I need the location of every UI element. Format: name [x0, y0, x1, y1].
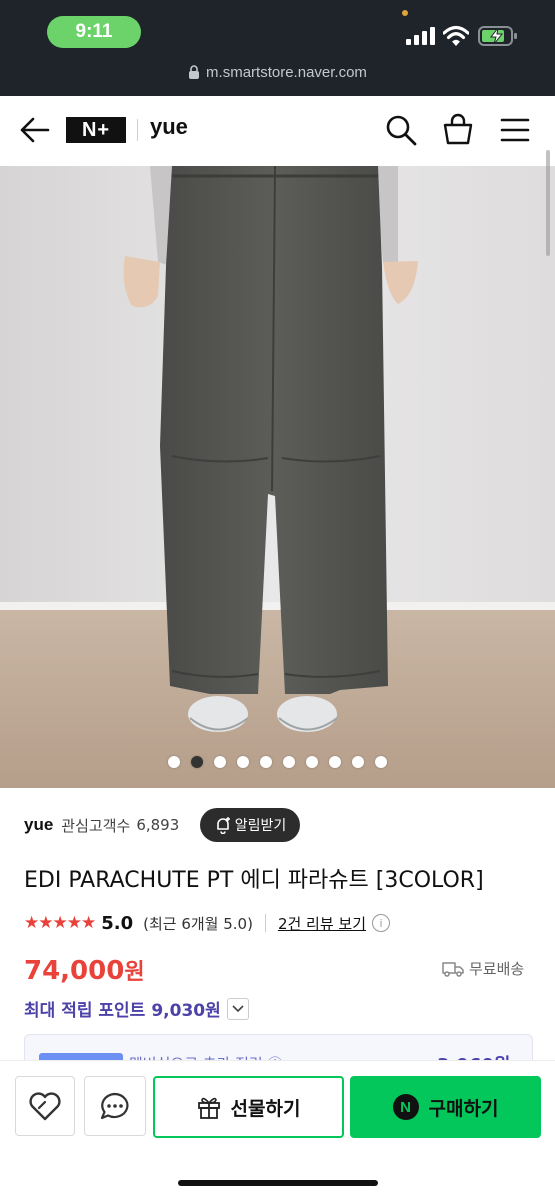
rating-score: 5.0: [101, 912, 134, 934]
status-time: 9:11: [47, 16, 141, 48]
gallery-pagination: [0, 756, 555, 768]
wifi-icon: [443, 25, 469, 46]
header-store-name[interactable]: yue: [150, 114, 188, 140]
gift-label: 선물하기: [230, 1097, 301, 1120]
rating-row: ★★★★★ 5.0 (최근 6개월 5.0) 2건 리뷰 보기 i: [24, 910, 391, 936]
menu-icon[interactable]: [500, 116, 530, 144]
followers-count: 6,893: [136, 816, 180, 834]
status-bar: 9:11 m.smartstore.naver.com: [0, 0, 555, 96]
naver-plus-logo[interactable]: N+: [66, 117, 126, 143]
home-indicator[interactable]: [178, 1180, 378, 1186]
shipping-info: 무료배송: [442, 958, 524, 979]
buy-label: 구매하기: [428, 1097, 499, 1120]
store-info-row: yue 관심고객수 6,893: [24, 808, 179, 842]
price-unit: 원: [124, 960, 145, 985]
chevron-down-icon[interactable]: [226, 997, 249, 1020]
price-value: 74,000: [24, 956, 125, 986]
buy-button[interactable]: N 구매하기: [350, 1076, 541, 1138]
search-icon[interactable]: [385, 114, 417, 146]
notification-subscribe-button[interactable]: 알림받기: [200, 808, 300, 842]
page-scrollbar[interactable]: [546, 150, 550, 256]
camera-indicator-icon: [402, 10, 408, 16]
gallery-dot-active[interactable]: [191, 756, 203, 768]
shipping-label: 무료배송: [469, 960, 525, 978]
shopping-bag-icon[interactable]: [441, 112, 475, 146]
store-header: N+ yue: [0, 96, 555, 167]
gallery-dot[interactable]: [306, 756, 318, 768]
cellular-signal-icon: [406, 27, 435, 45]
address-bar[interactable]: m.smartstore.naver.com: [0, 64, 555, 81]
chat-bubble-icon: [100, 1092, 129, 1120]
gallery-dot[interactable]: [214, 756, 226, 768]
alarm-label: 알림받기: [234, 818, 287, 834]
recent-rating: (최근 6개월 5.0): [143, 914, 253, 933]
gallery-dot[interactable]: [283, 756, 295, 768]
lock-icon: [189, 65, 200, 79]
naver-pay-n-icon: N: [392, 1094, 419, 1120]
gallery-dot[interactable]: [168, 756, 180, 768]
gift-icon: [197, 1097, 220, 1119]
followers-label: 관심고객수: [61, 816, 131, 835]
gallery-dot[interactable]: [260, 756, 272, 768]
points-value: 9,030원: [151, 1001, 221, 1021]
heart-icon: [29, 1092, 61, 1121]
back-arrow-icon[interactable]: [18, 116, 50, 144]
url-text: m.smartstore.naver.com: [206, 64, 367, 81]
product-price: 74,000원: [24, 954, 145, 986]
wishlist-button[interactable]: [15, 1076, 75, 1136]
gallery-dot[interactable]: [329, 756, 341, 768]
bell-plus-icon: [216, 817, 230, 834]
gallery-dot[interactable]: [352, 756, 364, 768]
star-rating-icon: ★★★★★: [24, 913, 96, 933]
points-label: 최대 적립 포인트: [24, 1001, 146, 1021]
reviews-link[interactable]: 2건 리뷰 보기: [278, 913, 366, 934]
rating-divider: [264, 914, 266, 932]
header-divider: [137, 119, 138, 141]
product-title: EDI PARACHUTE PT 에디 파라슈트 [3COLOR]: [24, 868, 484, 893]
store-name[interactable]: yue: [24, 815, 53, 835]
battery-icon: [478, 26, 517, 46]
delivery-truck-icon: [442, 961, 464, 977]
gallery-dot[interactable]: [237, 756, 249, 768]
info-icon[interactable]: i: [372, 914, 391, 932]
max-points-row[interactable]: 최대 적립 포인트 9,030원: [24, 996, 249, 1021]
gift-button[interactable]: 선물하기: [153, 1076, 344, 1138]
talktalk-button[interactable]: [84, 1076, 146, 1136]
gallery-dot[interactable]: [375, 756, 387, 768]
product-photo[interactable]: [0, 166, 555, 788]
